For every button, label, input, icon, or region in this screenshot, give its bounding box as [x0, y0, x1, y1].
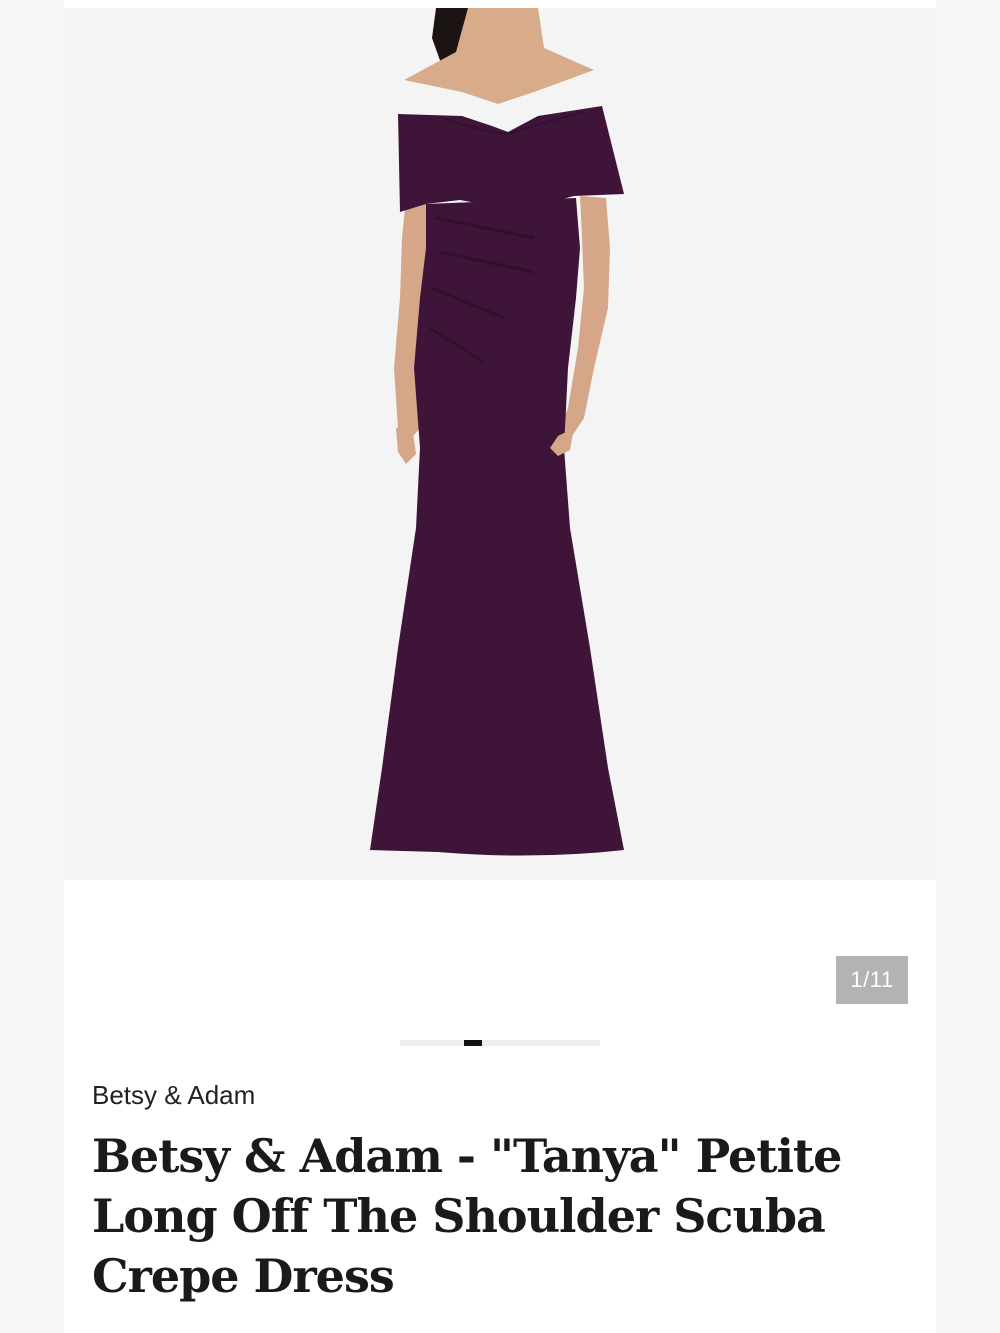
product-image-carousel[interactable] — [64, 8, 936, 880]
product-photo[interactable] — [64, 8, 936, 880]
product-title: Betsy & Adam - "Tanya" Petite Long Off T… — [92, 1129, 842, 1303]
carousel-progress-bar — [400, 1040, 600, 1046]
image-counter-badge: 1/11 — [836, 956, 908, 1004]
brand-name[interactable]: Betsy & Adam — [92, 1080, 255, 1111]
product-page: 1/11 Betsy & Adam Betsy & Adam - "Tanya"… — [0, 0, 1000, 1333]
product-card: 1/11 Betsy & Adam Betsy & Adam - "Tanya"… — [64, 0, 936, 1333]
carousel-progress-fill — [464, 1040, 482, 1046]
